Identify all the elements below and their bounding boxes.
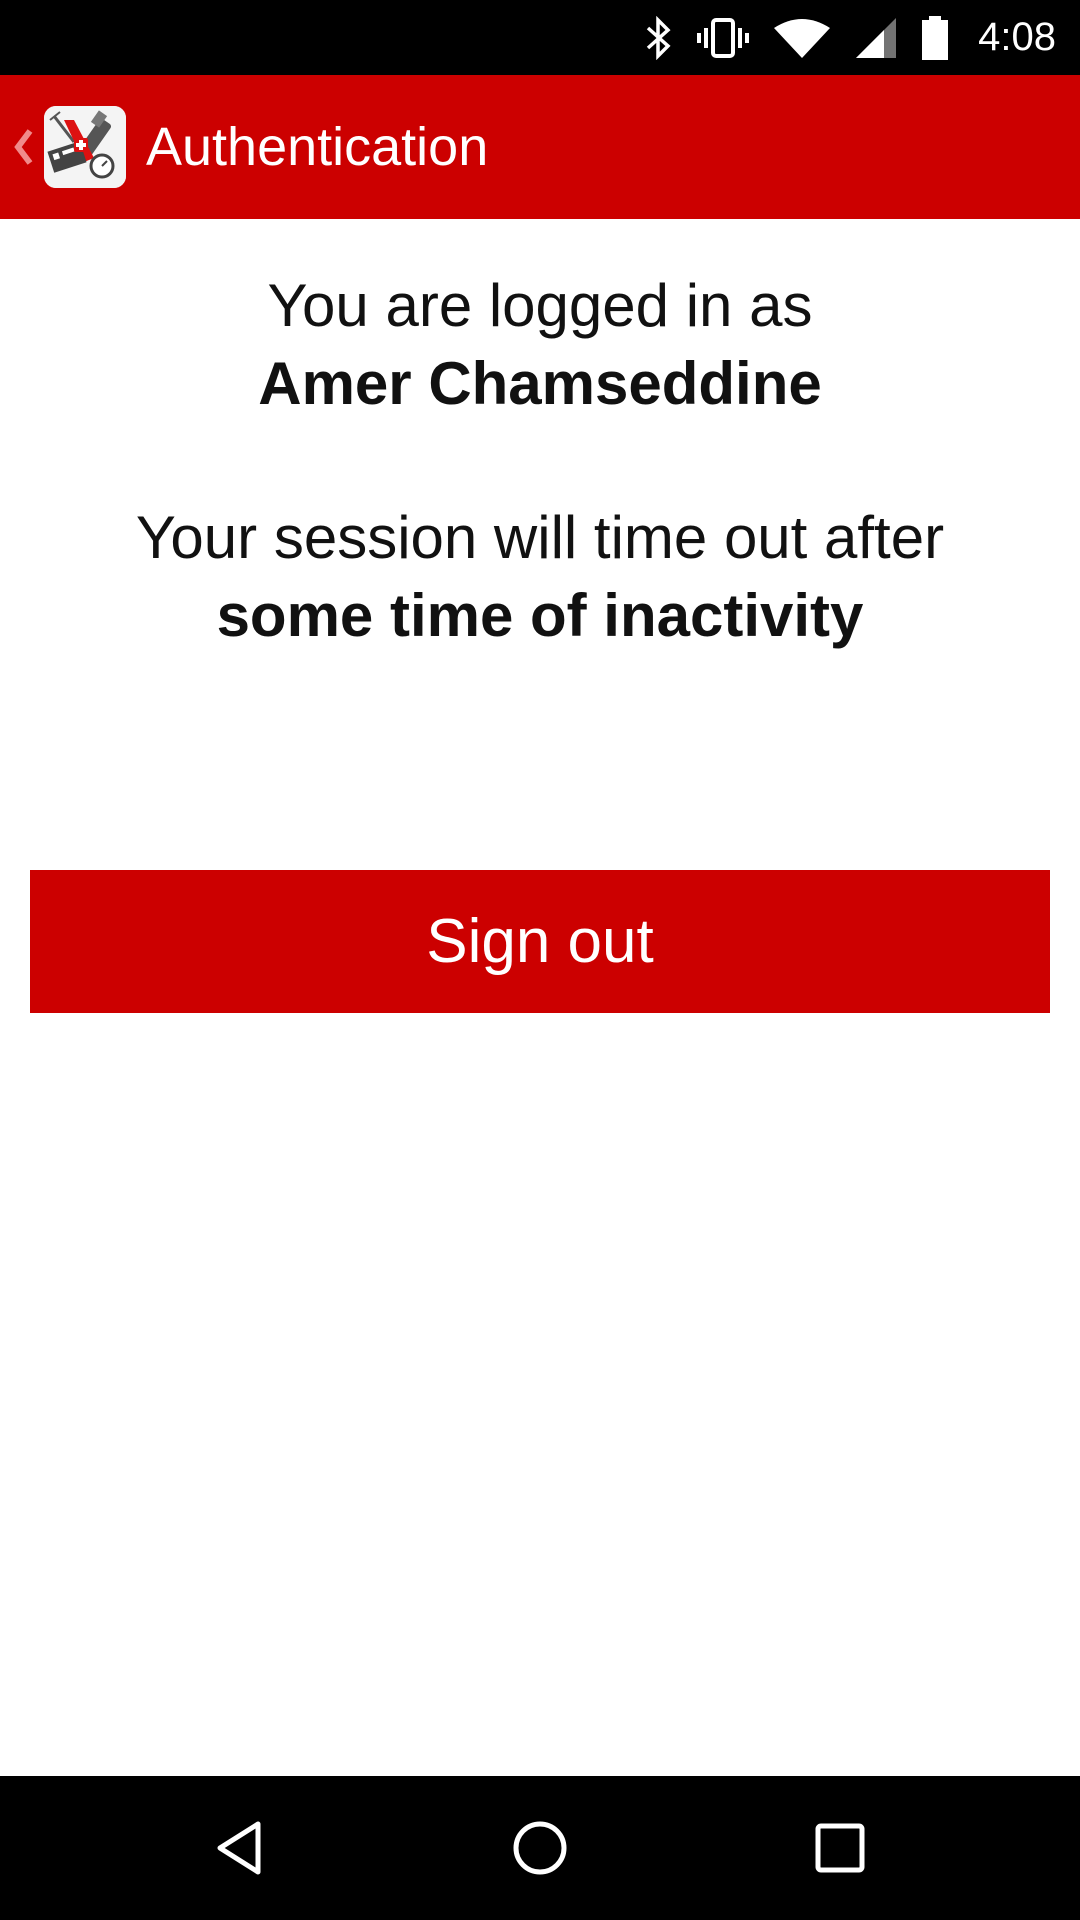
- status-time: 4:08: [978, 15, 1056, 59]
- app-bar: Authentication: [0, 75, 1080, 219]
- user-name: Amer Chamseddine: [258, 350, 822, 417]
- app-logo[interactable]: [44, 106, 126, 188]
- session-timeout-label: Your session will time out after: [135, 504, 945, 571]
- vibrate-icon: [696, 16, 750, 60]
- app-title: Authentication: [146, 117, 489, 177]
- session-timeout-value: some time of inactivity: [216, 582, 864, 649]
- sign-out-button[interactable]: Sign out: [30, 870, 1050, 1013]
- recents-icon[interactable]: [790, 1798, 890, 1898]
- session-timeout-block: Your session will time out after some ti…: [0, 499, 1080, 655]
- status-icons: 4:08: [644, 0, 1056, 75]
- wifi-icon: [772, 16, 832, 60]
- cell-signal-icon: [854, 16, 898, 60]
- logged-in-block: You are logged in as Amer Chamseddine: [0, 267, 1080, 423]
- back-icon[interactable]: [190, 1798, 290, 1898]
- status-bar: 4:08: [0, 0, 1080, 75]
- navigation-bar: [0, 1776, 1080, 1920]
- logged-in-label: You are logged in as: [267, 272, 813, 339]
- chevron-left-icon[interactable]: [10, 121, 36, 173]
- home-icon[interactable]: [490, 1798, 590, 1898]
- bluetooth-icon: [644, 15, 674, 60]
- battery-icon: [920, 15, 950, 61]
